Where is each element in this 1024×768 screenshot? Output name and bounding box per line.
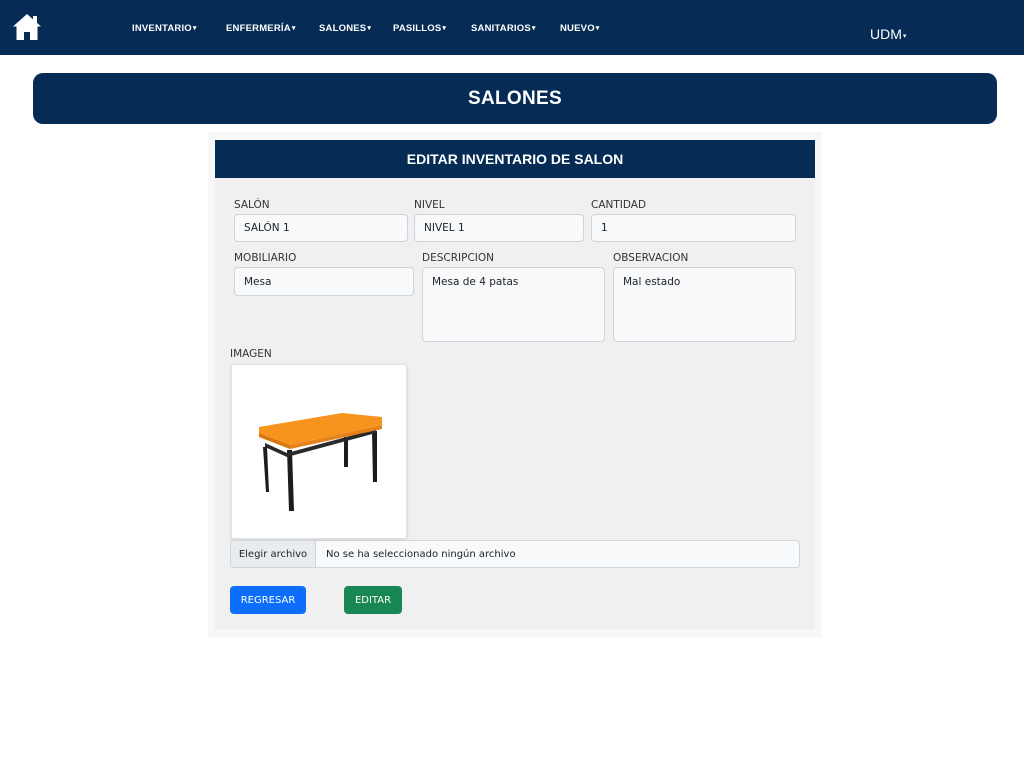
choose-file-button[interactable]: Elegir archivo xyxy=(231,541,316,567)
mobiliario-label: MOBILIARIO xyxy=(234,252,297,264)
form-header: EDITAR INVENTARIO DE SALON xyxy=(215,140,815,178)
mobiliario-value: Mesa xyxy=(244,275,272,288)
caret-down-icon: ▾ xyxy=(442,25,447,32)
nav-item-label: SANITARIOS xyxy=(471,23,531,34)
nivel-label: NIVEL xyxy=(414,199,445,211)
nav-item-pasillos[interactable]: PASILLOS▾ xyxy=(393,23,446,34)
caret-down-icon: ▾ xyxy=(291,25,296,32)
nav-item-sanitarios[interactable]: SANITARIOS▾ xyxy=(471,23,536,34)
salon-label: SALÓN xyxy=(234,199,270,211)
caret-down-icon: ▾ xyxy=(531,25,536,32)
cantidad-value: 1 xyxy=(601,222,608,234)
cantidad-label: CANTIDAD xyxy=(591,199,647,211)
page-title: SALONES xyxy=(468,87,562,109)
nav-item-label: ENFERMERÍA xyxy=(226,23,291,34)
nav-item-salones[interactable]: SALONES▾ xyxy=(319,23,371,34)
image-file-input[interactable]: Elegir archivo No se ha seleccionado nin… xyxy=(230,540,800,568)
caret-down-icon: ▾ xyxy=(595,25,600,32)
nav-item-label: NUEVO xyxy=(560,23,595,34)
cantidad-field[interactable]: 1 xyxy=(591,214,796,242)
descripcion-label: DESCRIPCION xyxy=(422,252,494,264)
nav-item-inventario[interactable]: INVENTARIO▾ xyxy=(132,23,197,34)
home-icon[interactable] xyxy=(12,13,42,41)
nivel-value: NIVEL 1 xyxy=(424,222,465,234)
table-image xyxy=(259,413,382,511)
file-status: No se ha seleccionado ningún archivo xyxy=(326,548,516,560)
nav-item-label: SALONES xyxy=(319,23,367,34)
nav-item-label: PASILLOS xyxy=(393,23,442,34)
imagen-label: IMAGEN xyxy=(230,348,272,360)
user-name: UDM xyxy=(870,26,902,42)
caret-down-icon: ▾ xyxy=(902,33,907,40)
caret-down-icon: ▾ xyxy=(192,25,197,32)
nivel-field[interactable]: NIVEL 1 xyxy=(414,214,584,242)
descripcion-value: Mesa de 4 patas xyxy=(432,276,519,288)
edit-form-card: EDITAR INVENTARIO DE SALON SALÓN SALÓN 1… xyxy=(215,140,815,629)
item-image xyxy=(231,364,407,539)
observacion-value: Mal estado xyxy=(623,276,681,288)
observacion-field[interactable]: Mal estado xyxy=(613,267,796,342)
nav-item-label: INVENTARIO xyxy=(132,23,192,34)
form-title: EDITAR INVENTARIO DE SALON xyxy=(406,151,624,167)
descripcion-field[interactable]: Mesa de 4 patas xyxy=(422,267,605,342)
top-navbar: INVENTARIO▾ ENFERMERÍA▾ SALONES▾ PASILLO… xyxy=(0,0,1024,55)
mobiliario-field[interactable]: Mesa xyxy=(234,267,414,296)
nav-item-enfermeria[interactable]: ENFERMERÍA▾ xyxy=(226,23,296,34)
nav-item-nuevo[interactable]: NUEVO▾ xyxy=(560,23,600,34)
caret-down-icon: ▾ xyxy=(367,25,372,32)
observacion-label: OBSERVACION xyxy=(613,252,689,264)
salon-field[interactable]: SALÓN 1 xyxy=(234,214,408,242)
edit-button[interactable]: EDITAR xyxy=(344,586,402,614)
section-banner: SALONES xyxy=(33,73,997,124)
user-menu[interactable]: UDM▾ xyxy=(870,26,906,42)
back-button[interactable]: REGRESAR xyxy=(230,586,306,614)
salon-value: SALÓN 1 xyxy=(244,222,290,234)
